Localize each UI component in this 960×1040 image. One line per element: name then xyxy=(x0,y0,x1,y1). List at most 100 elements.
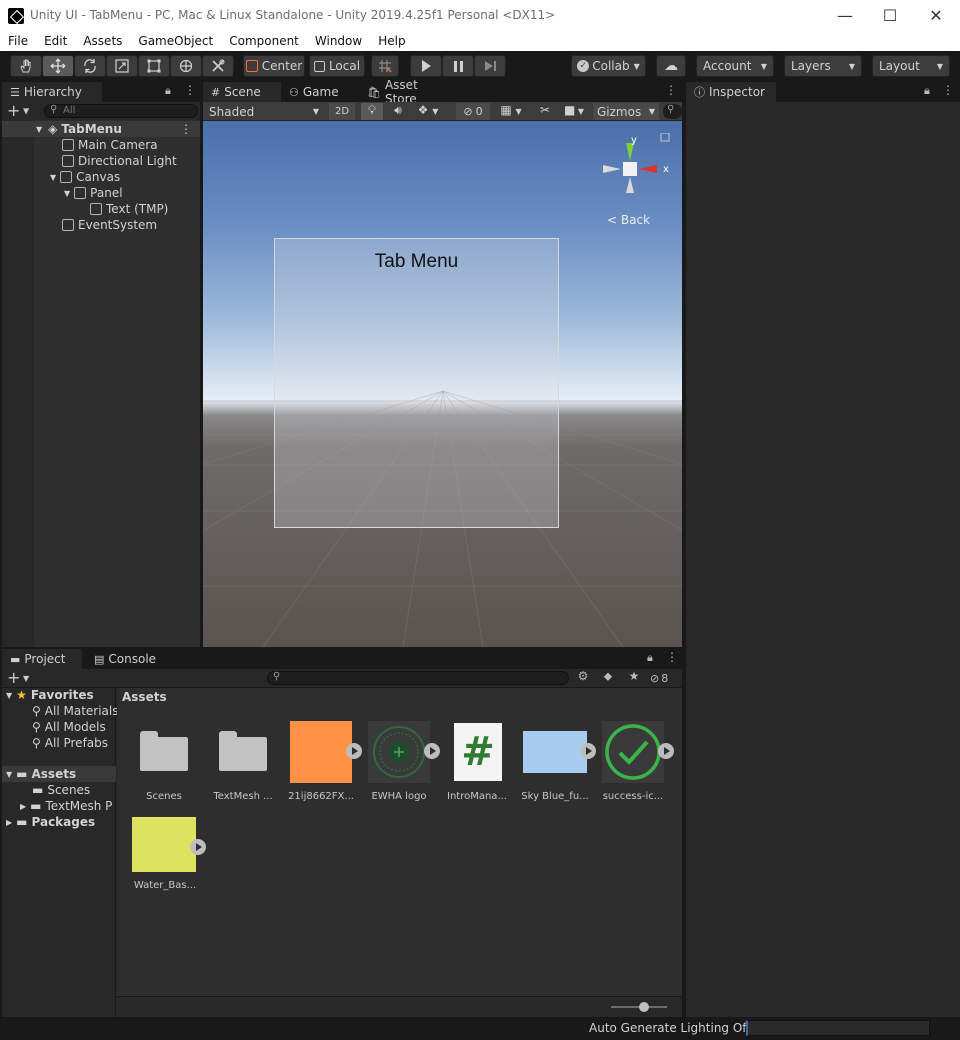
camera-dropdown-icon[interactable]: ■ ▼ xyxy=(559,103,589,120)
move-tool-button[interactable] xyxy=(42,55,74,77)
asset-folder-scenes[interactable]: Scenes xyxy=(126,721,202,802)
grid-snap-button[interactable] xyxy=(371,55,399,77)
expand-arrow-icon[interactable]: ▼ xyxy=(36,125,42,134)
gizmos-dropdown[interactable]: Gizmos ▼ xyxy=(593,103,659,120)
expand-arrow-icon[interactable]: ▶ xyxy=(20,802,26,811)
hidden-objects-toggle[interactable]: ⊘ 0 xyxy=(456,103,490,120)
menu-gameobject[interactable]: GameObject xyxy=(130,34,221,48)
expand-arrow-icon[interactable]: ▼ xyxy=(64,189,70,198)
project-search-input[interactable]: ⚲ xyxy=(267,671,569,685)
scale-tool-button[interactable] xyxy=(106,55,138,77)
favorites-row[interactable]: ▼ ★ Favorites xyxy=(2,687,94,703)
create-asset-button[interactable]: + ▼ xyxy=(7,668,29,687)
gizmo-projection-label[interactable]: < Back xyxy=(607,213,650,227)
expand-play-icon[interactable] xyxy=(424,743,440,759)
menu-assets[interactable]: Assets xyxy=(75,34,130,48)
expand-play-icon[interactable] xyxy=(658,743,674,759)
hierarchy-row-canvas[interactable]: ▼ Canvas xyxy=(2,169,200,185)
toggle-2d-button[interactable]: 2D xyxy=(329,103,355,120)
pivot-space-toggle[interactable]: Local xyxy=(309,55,365,77)
folder-scenes-row[interactable]: ▬ Scenes xyxy=(32,782,90,798)
assets-breadcrumb[interactable]: Assets xyxy=(122,690,167,704)
menu-help[interactable]: Help xyxy=(370,34,413,48)
panel-menu-icon[interactable]: ⋮ xyxy=(184,83,196,97)
save-search-star-icon[interactable]: ★ xyxy=(623,669,645,687)
hierarchy-row-panel[interactable]: ▼ Panel xyxy=(2,185,200,201)
hand-tool-button[interactable] xyxy=(10,55,42,77)
asset-folder-textmesh[interactable]: TextMesh ... xyxy=(205,721,281,802)
tab-game[interactable]: ⚇ Game xyxy=(281,82,359,102)
layers-dropdown[interactable]: Layers ▼ xyxy=(784,55,862,77)
effects-dropdown-icon[interactable]: ❖ ▼ xyxy=(413,103,443,120)
cloud-services-button[interactable]: ☁ xyxy=(656,55,686,77)
menu-edit[interactable]: Edit xyxy=(36,34,75,48)
menu-file[interactable]: File xyxy=(0,34,36,48)
tab-project[interactable]: ▬ Project xyxy=(2,649,82,669)
pivot-center-toggle[interactable]: Center xyxy=(243,55,305,77)
expand-arrow-icon[interactable]: ▼ xyxy=(50,173,56,182)
hierarchy-row-tabmenu[interactable]: ▼ ◈ TabMenu ⋮ xyxy=(2,121,200,137)
lock-icon[interactable]: 🔒︎ xyxy=(165,84,171,98)
panel-menu-icon[interactable]: ⋮ xyxy=(665,83,677,97)
tab-asset-store[interactable]: 🛍︎ Asset Store xyxy=(359,78,459,106)
favorite-all-materials[interactable]: ⚲ All Materials xyxy=(32,703,119,719)
grid-toggle-icon[interactable]: ▦ ▼ xyxy=(493,103,529,120)
expand-play-icon[interactable] xyxy=(190,839,206,855)
icon-size-slider-handle[interactable] xyxy=(639,1002,649,1012)
assets-folder-row[interactable]: ▼ ▬ Assets xyxy=(2,766,116,782)
favorite-all-models[interactable]: ⚲ All Models xyxy=(32,719,106,735)
audio-toggle-icon[interactable]: 🔊︎ xyxy=(387,103,409,120)
menu-window[interactable]: Window xyxy=(307,34,370,48)
expand-arrow-icon[interactable]: ▼ xyxy=(6,691,12,700)
collab-dropdown[interactable]: ✓ Collab ▼ xyxy=(571,55,646,77)
panel-menu-icon[interactable]: ⋮ xyxy=(942,83,954,97)
row-menu-icon[interactable]: ⋮ xyxy=(180,122,192,136)
tab-scene[interactable]: # Scene xyxy=(203,82,281,102)
packages-folder-row[interactable]: ▶ ▬ Packages xyxy=(2,814,95,830)
scene-viewport[interactable]: Tab Menu y x < Back xyxy=(203,121,682,647)
favorite-all-prefabs[interactable]: ⚲ All Prefabs xyxy=(32,735,108,751)
scene-search-icon[interactable]: ⚲ xyxy=(663,104,682,119)
pause-button[interactable] xyxy=(442,55,474,77)
tab-console[interactable]: ▤ Console xyxy=(86,649,166,669)
hierarchy-row-eventsystem[interactable]: EventSystem xyxy=(2,217,200,233)
rect-tool-button[interactable] xyxy=(138,55,170,77)
play-button[interactable] xyxy=(410,55,442,77)
lighting-toggle-icon[interactable]: 💡︎ xyxy=(361,103,383,120)
expand-play-icon[interactable] xyxy=(346,743,362,759)
search-by-label-icon[interactable]: ⬥ xyxy=(597,669,619,687)
ui-panel-preview[interactable]: Tab Menu xyxy=(274,238,559,528)
step-button[interactable] xyxy=(474,55,506,77)
lock-icon[interactable]: 🔒︎ xyxy=(647,651,653,665)
tab-hierarchy[interactable]: ☰ Hierarchy xyxy=(2,82,102,102)
search-by-type-icon[interactable]: ⚙ xyxy=(572,669,594,687)
folder-textmesh-row[interactable]: ▶ ▬ TextMesh P xyxy=(20,798,112,814)
custom-tool-button[interactable] xyxy=(202,55,234,77)
expand-arrow-icon[interactable]: ▼ xyxy=(6,770,12,779)
asset-water-image[interactable]: Water_Bas... xyxy=(127,817,206,891)
panel-menu-icon[interactable]: ⋮ xyxy=(666,650,678,664)
hierarchy-search-input[interactable]: ⚲ All xyxy=(44,104,198,118)
transform-tool-button[interactable] xyxy=(170,55,202,77)
asset-intro-manager-script[interactable]: # IntroMana... xyxy=(439,721,515,802)
menu-component[interactable]: Component xyxy=(221,34,307,48)
hierarchy-row-directional-light[interactable]: Directional Light xyxy=(2,153,200,169)
hidden-packages-toggle[interactable]: ⊘ 8 xyxy=(650,669,682,687)
asset-orange-image[interactable]: 21ij8662FX... xyxy=(283,721,362,802)
shading-mode-dropdown[interactable]: Shaded ▼ xyxy=(205,103,323,120)
tools-icon[interactable]: ✂ xyxy=(535,103,555,120)
asset-success-icon[interactable]: success-ic... xyxy=(595,721,674,802)
asset-ewha-logo[interactable]: EWHA logo xyxy=(361,721,440,802)
minimize-button[interactable]: — xyxy=(822,0,868,31)
rotate-tool-button[interactable] xyxy=(74,55,106,77)
add-object-button[interactable]: + ▼ xyxy=(7,102,29,121)
lock-icon[interactable]: 🔒︎ xyxy=(924,84,930,98)
hierarchy-row-main-camera[interactable]: Main Camera xyxy=(2,137,200,153)
layout-dropdown[interactable]: Layout ▼ xyxy=(872,55,950,77)
account-dropdown[interactable]: Account ▼ xyxy=(696,55,774,77)
expand-play-icon[interactable] xyxy=(580,743,596,759)
asset-sky-blue-image[interactable]: Sky Blue_fu... xyxy=(517,721,596,802)
maximize-button[interactable]: ☐ xyxy=(867,0,913,31)
expand-arrow-icon[interactable]: ▶ xyxy=(6,818,12,827)
tab-inspector[interactable]: ⓘ Inspector xyxy=(686,82,776,102)
